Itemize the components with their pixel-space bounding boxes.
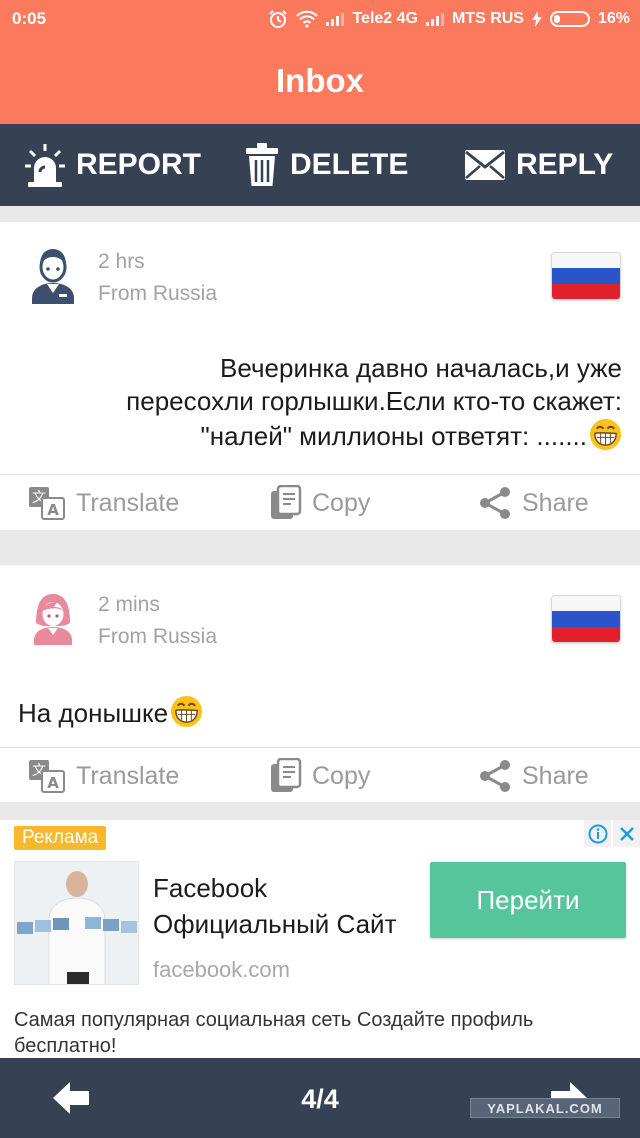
male-user-icon — [32, 249, 74, 304]
ad-headline[interactable]: Facebook Официальный Сайт — [153, 870, 396, 942]
translate-label: Translate — [76, 488, 180, 517]
russia-flag-icon — [551, 252, 621, 300]
share-icon — [480, 487, 510, 519]
trash-icon — [246, 143, 278, 186]
translate-label: Translate — [76, 761, 180, 790]
page-title: Inbox — [276, 62, 364, 99]
share-label: Share — [522, 761, 589, 790]
svg-text:A: A — [47, 774, 59, 792]
share-icon — [480, 760, 510, 792]
signal-icon-2 — [425, 12, 444, 26]
translate-button[interactable]: 文A Translate — [28, 748, 179, 804]
ad-person-image — [15, 862, 138, 984]
ad-cta-button[interactable]: Перейти — [430, 862, 626, 938]
status-indicators: Tele2 4G MTS RUS 16% — [268, 9, 630, 29]
grinning-face-emoji — [171, 695, 203, 728]
message-card: 2 mins From Russia На донышке 文A Transla… — [0, 565, 640, 802]
ad-domain: facebook.com — [153, 957, 290, 982]
ad-image[interactable] — [14, 861, 139, 985]
share-label: Share — [522, 488, 589, 517]
ad-controls — [582, 820, 640, 847]
watermark: YAPLAKAL.COM — [470, 1098, 620, 1118]
ad-banner[interactable]: Реклама Facebook Официальный Сайт facebo… — [0, 820, 640, 1058]
grinning-face-emoji — [589, 418, 622, 451]
message-line-1: Вечеринка давно началась,и уже — [220, 353, 622, 383]
copy-button[interactable]: Copy — [270, 748, 370, 804]
card-actions: 文A Translate Copy Share — [0, 475, 640, 531]
message-text: На донышке — [18, 695, 203, 730]
reply-button[interactable]: REPLY — [464, 142, 613, 188]
carrier-2: MTS RUS — [451, 10, 524, 27]
copy-button[interactable]: Copy — [270, 475, 370, 531]
message-meta: 2 hrs From Russia — [98, 246, 217, 310]
ad-headline-line1: Facebook — [153, 873, 268, 903]
delete-label: DELETE — [290, 148, 409, 181]
message-line-2: пересохли горлышки.Если кто-то скажет: — [126, 386, 622, 416]
message-text: Вечеринка давно началась,и уже пересохли… — [126, 352, 622, 453]
ad-headline-line2: Официальный Сайт — [153, 909, 397, 939]
message-time: 2 hrs — [98, 250, 145, 273]
message-origin: From Russia — [98, 625, 218, 648]
ad-info-icon[interactable] — [584, 820, 611, 847]
ad-close-icon[interactable] — [613, 820, 640, 847]
translate-icon: 文A — [29, 760, 65, 793]
copy-label: Copy — [312, 488, 371, 517]
copy-icon — [271, 485, 302, 519]
wifi-icon — [296, 10, 319, 28]
share-button[interactable]: Share — [478, 748, 589, 804]
status-time: 0:05 — [12, 9, 47, 28]
title-bar: Inbox — [0, 40, 640, 124]
status-bar: 0:05 Tele2 4G MTS RUS 16% — [0, 0, 640, 40]
ad-badge: Реклама — [14, 826, 107, 850]
battery-icon — [549, 11, 590, 27]
report-label: REPORT — [76, 148, 202, 181]
message-time: 2 mins — [98, 593, 160, 616]
message-card: 2 hrs From Russia Вечеринка давно начала… — [0, 222, 640, 530]
delete-button[interactable]: DELETE — [244, 142, 408, 188]
signal-icon-1 — [326, 12, 345, 26]
toolbar: REPORT DELETE REPLY — [0, 124, 640, 206]
copy-icon — [271, 758, 302, 792]
message-line-1: На донышке — [18, 698, 169, 728]
message-meta: 2 mins From Russia — [98, 589, 217, 653]
carrier-1: Tele2 4G — [352, 10, 418, 27]
message-line-3: "налей" миллионы ответят: ....... — [200, 421, 587, 451]
charging-icon — [531, 11, 542, 27]
female-user-icon — [34, 594, 72, 645]
share-button[interactable]: Share — [478, 475, 589, 531]
copy-label: Copy — [312, 761, 371, 790]
bottom-navigation: 4/4 YAPLAKAL.COM — [0, 1058, 640, 1138]
envelope-icon — [465, 150, 505, 180]
alarm-icon — [269, 10, 288, 28]
siren-icon — [25, 144, 65, 187]
russia-flag-icon — [551, 595, 621, 643]
report-button[interactable]: REPORT — [24, 142, 201, 188]
translate-icon: 文A — [29, 487, 65, 520]
battery-percent: 16% — [597, 10, 630, 27]
card-actions: 文A Translate Copy Share — [0, 748, 640, 804]
translate-button[interactable]: 文A Translate — [28, 475, 179, 531]
reply-label: REPLY — [516, 148, 614, 181]
svg-text:A: A — [47, 501, 59, 519]
ad-description: Самая популярная социальная сеть Создайт… — [14, 1009, 534, 1057]
message-origin: From Russia — [98, 282, 218, 305]
